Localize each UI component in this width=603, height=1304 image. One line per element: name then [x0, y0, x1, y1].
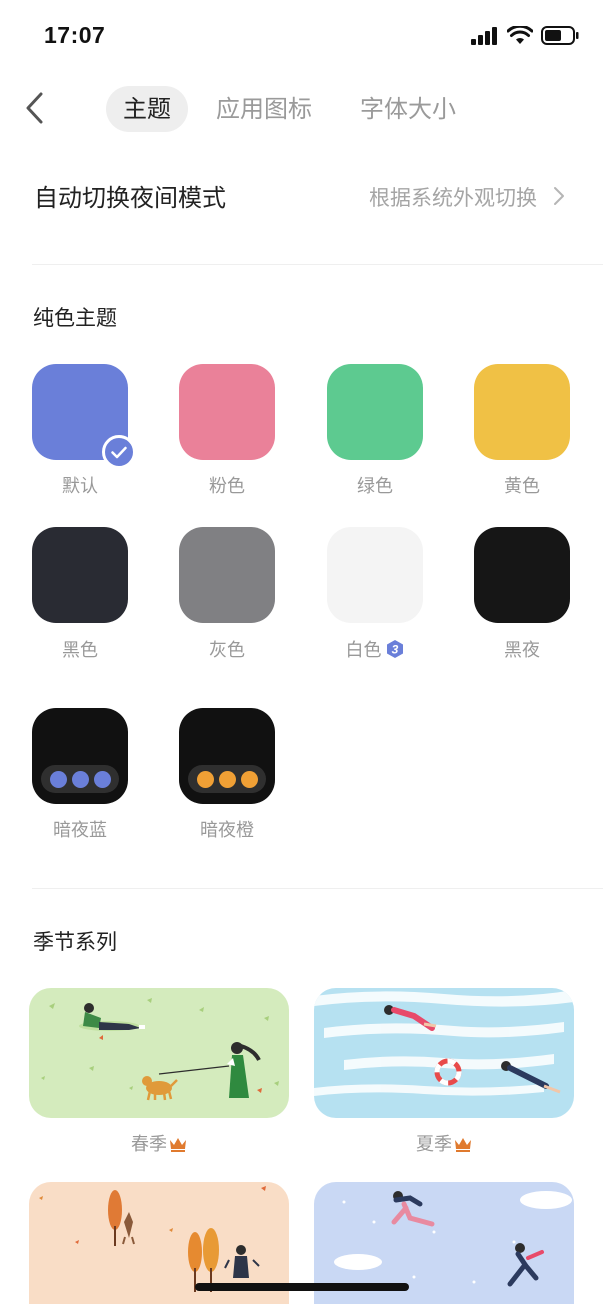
theme-label-dark-orange: 暗夜橙	[200, 820, 254, 841]
theme-label-default: 默认	[62, 476, 98, 497]
chevron-left-icon	[26, 92, 43, 124]
theme-label-white-row: 白色 3	[305, 636, 445, 662]
theme-swatch-dark-orange[interactable]	[179, 708, 275, 804]
auto-night-mode-value: 根据系统外观切换	[369, 186, 537, 210]
theme-swatch-yellow[interactable]	[474, 364, 570, 460]
season-label-spring: 春季	[131, 1134, 167, 1155]
auto-night-mode-title: 自动切换夜间模式	[34, 184, 226, 212]
dots-preview	[41, 765, 119, 793]
check-icon	[102, 435, 136, 469]
theme-label-gray: 灰色	[209, 640, 245, 661]
home-indicator	[195, 1283, 409, 1291]
theme-swatch-night[interactable]	[474, 527, 570, 623]
dot	[49, 770, 67, 788]
season-card-spring[interactable]	[29, 988, 289, 1118]
tab-font-size[interactable]: 字体大小	[354, 86, 462, 132]
theme-swatch-white[interactable]	[327, 527, 423, 623]
dot	[93, 770, 111, 788]
svg-text:3: 3	[391, 643, 398, 657]
theme-label-green: 绿色	[357, 476, 393, 497]
crown-icon	[170, 1138, 186, 1152]
theme-swatch-dark-blue[interactable]	[32, 708, 128, 804]
theme-swatch-green[interactable]	[327, 364, 423, 460]
divider	[32, 888, 603, 889]
back-button[interactable]	[16, 88, 52, 128]
tab-bar: 主题 应用图标 字体大小	[106, 86, 462, 132]
status-bar: 17:07	[0, 0, 603, 72]
season-label-spring-row: 春季	[29, 1130, 289, 1156]
crown-icon	[455, 1138, 471, 1152]
theme-label-white: 白色	[345, 640, 382, 661]
auto-night-mode-row[interactable]: 自动切换夜间模式 根据系统外观切换	[0, 164, 603, 228]
season-label-summer-row: 夏季	[314, 1130, 574, 1156]
theme-swatch-pink[interactable]	[179, 364, 275, 460]
summer-illustration	[314, 990, 574, 1096]
status-time: 17:07	[44, 22, 106, 48]
theme-swatch-black[interactable]	[32, 527, 128, 623]
signal-icon	[471, 26, 497, 45]
tab-app-icon[interactable]: 应用图标	[210, 86, 318, 132]
dot	[240, 770, 258, 788]
chevron-right-icon	[554, 187, 564, 205]
divider	[32, 264, 603, 265]
spring-illustration	[41, 998, 279, 1101]
tab-theme[interactable]: 主题	[106, 86, 188, 132]
wifi-icon	[507, 26, 533, 44]
solid-theme-section-title: 纯色主题	[33, 306, 117, 330]
dot	[218, 770, 236, 788]
theme-label-dark-blue: 暗夜蓝	[53, 820, 107, 841]
status-icons	[471, 26, 579, 45]
battery-icon	[541, 26, 579, 45]
dot	[196, 770, 214, 788]
level-badge: 3	[385, 639, 405, 659]
season-section-title: 季节系列	[33, 930, 117, 954]
theme-label-yellow: 黄色	[504, 476, 540, 497]
season-label-summer: 夏季	[416, 1134, 452, 1155]
theme-swatch-gray[interactable]	[179, 527, 275, 623]
dot	[71, 770, 89, 788]
dots-preview	[188, 765, 266, 793]
theme-label-night: 黑夜	[504, 640, 540, 661]
theme-label-black: 黑色	[62, 640, 98, 661]
theme-label-pink: 粉色	[209, 476, 245, 497]
season-card-summer[interactable]	[314, 988, 574, 1118]
top-nav: 主题 应用图标 字体大小	[0, 80, 603, 138]
